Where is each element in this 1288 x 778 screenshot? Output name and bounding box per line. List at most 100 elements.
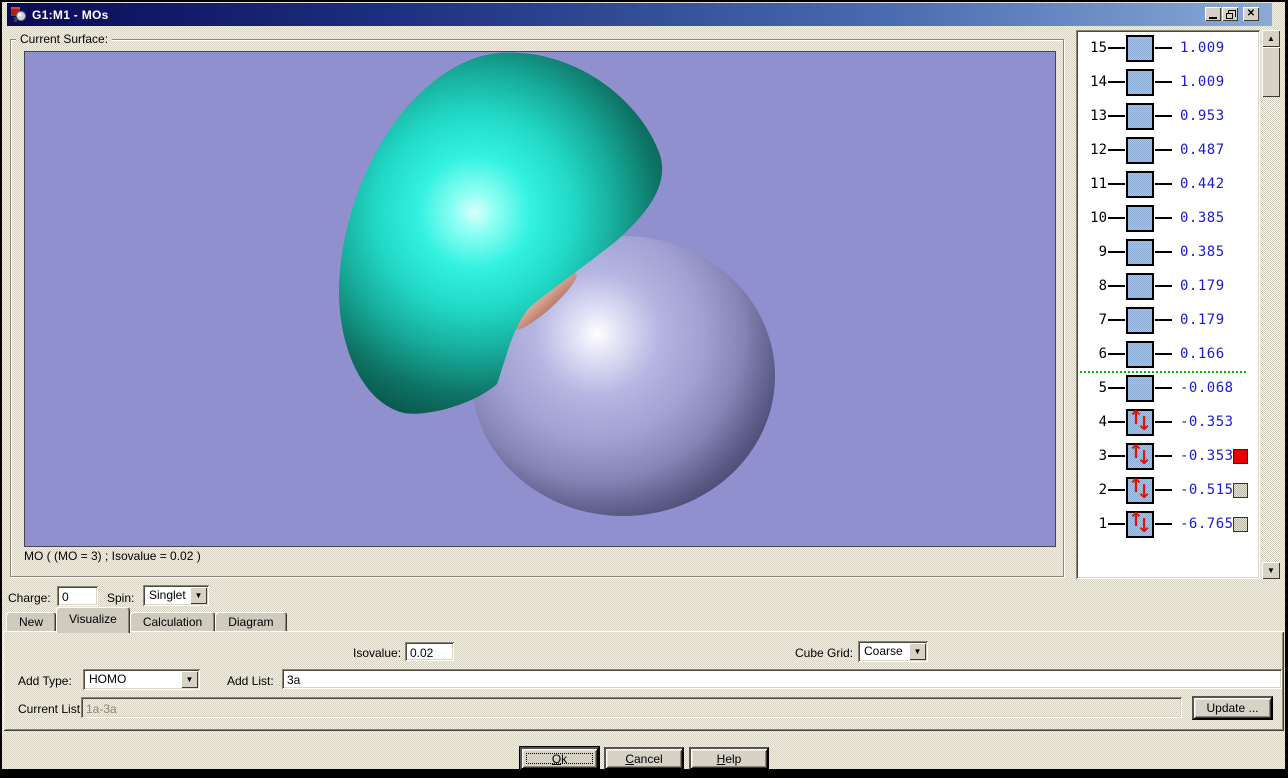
mo-level-row-6[interactable]: 6 0.166 — [1078, 340, 1258, 368]
mo-level-row-13[interactable]: 13 0.953 — [1078, 102, 1258, 130]
add-type-dropdown-button[interactable]: ▼ — [181, 671, 198, 688]
virtual-orbital-box[interactable] — [1126, 272, 1154, 300]
mo-marker-gray[interactable] — [1233, 517, 1248, 532]
virtual-orbital-box[interactable] — [1126, 102, 1154, 130]
charge-input[interactable] — [57, 586, 98, 606]
cancel-button[interactable]: Cancel — [604, 747, 684, 770]
mo-list-scrollbar[interactable]: ▲ ▼ — [1262, 30, 1280, 579]
mo-number: 3 — [1098, 448, 1107, 464]
level-line — [1155, 421, 1172, 423]
mo-marker-red[interactable] — [1233, 449, 1248, 464]
orbital-viewport[interactable] — [24, 51, 1056, 547]
virtual-orbital-box[interactable] — [1126, 374, 1154, 402]
virtual-orbital-box[interactable] — [1126, 340, 1154, 368]
level-line — [1108, 251, 1125, 253]
mo-level-row-7[interactable]: 7 0.179 — [1078, 306, 1258, 334]
level-line — [1108, 387, 1125, 389]
level-line — [1155, 149, 1172, 151]
tab-diagram[interactable]: Diagram — [215, 612, 287, 633]
level-line — [1155, 387, 1172, 389]
tab-visualize[interactable]: Visualize — [56, 607, 130, 633]
level-line — [1155, 319, 1172, 321]
spin-dropdown-button[interactable]: ▼ — [190, 587, 207, 604]
app-icon — [11, 6, 27, 23]
mo-level-row-14[interactable]: 14 1.009 — [1078, 68, 1258, 96]
ok-button[interactable]: Ok — [520, 747, 599, 770]
occupied-orbital-box[interactable]: ↑ ↓ — [1126, 442, 1154, 470]
mo-level-row-3[interactable]: 3 ↑ ↓ -0.353 — [1078, 442, 1258, 470]
occupied-orbital-box[interactable]: ↑ ↓ — [1126, 408, 1154, 436]
update-button[interactable]: Update ... — [1192, 696, 1273, 720]
virtual-orbital-box[interactable] — [1126, 238, 1154, 266]
virtual-orbital-box[interactable] — [1126, 136, 1154, 164]
level-line — [1155, 489, 1172, 491]
level-line — [1108, 183, 1125, 185]
mo-number: 2 — [1098, 482, 1107, 498]
level-line — [1155, 115, 1172, 117]
mo-marker-gray[interactable] — [1233, 483, 1248, 498]
virtual-orbital-box[interactable] — [1126, 170, 1154, 198]
mos-dialog-window: G1:M1 - MOs ✕ Current Surface: MO ((MO … — [2, 2, 1285, 770]
virtual-orbital-box[interactable] — [1126, 68, 1154, 96]
charge-label: Charge: — [8, 591, 51, 605]
window-title: G1:M1 - MOs — [32, 7, 109, 22]
add-type-select[interactable]: HOMO ▼ — [83, 669, 200, 690]
spin-down-arrow-icon: ↓ — [1136, 480, 1152, 503]
help-button[interactable]: Help — [689, 747, 769, 770]
level-line — [1155, 353, 1172, 355]
tab-new[interactable]: New — [6, 612, 57, 633]
occupied-orbital-box[interactable]: ↑ ↓ — [1126, 476, 1154, 504]
add-list-input[interactable] — [282, 669, 1282, 689]
level-line — [1108, 455, 1125, 457]
mo-number: 1 — [1098, 516, 1107, 532]
mo-energy-value: 0.166 — [1180, 346, 1225, 362]
mo-level-row-10[interactable]: 10 0.385 — [1078, 204, 1258, 232]
isovalue-input[interactable] — [405, 642, 454, 661]
update-button-label: Update ... — [1206, 701, 1259, 715]
mo-level-row-2[interactable]: 2 ↑ ↓ -0.515 — [1078, 476, 1258, 504]
chevron-down-icon: ▼ — [194, 591, 203, 600]
mo-level-row-8[interactable]: 8 0.179 — [1078, 272, 1258, 300]
cube-grid-dropdown-button[interactable]: ▼ — [909, 643, 926, 660]
mo-energy-value: -0.353 — [1180, 414, 1234, 430]
scroll-up-button[interactable]: ▲ — [1262, 30, 1280, 47]
spin-selected-value: Singlet — [149, 588, 186, 602]
cube-grid-label: Cube Grid: — [795, 646, 854, 660]
close-button[interactable]: ✕ — [1243, 7, 1259, 21]
spin-down-arrow-icon: ↓ — [1136, 446, 1152, 469]
mo-level-row-12[interactable]: 12 0.487 — [1078, 136, 1258, 164]
mo-level-row-15[interactable]: 15 1.009 — [1078, 34, 1258, 62]
orbital-scene — [25, 52, 1055, 546]
level-line — [1108, 353, 1125, 355]
mo-level-list[interactable]: 15 1.009 14 1.009 13 0.953 12 0.487 11 0.442 10 0.3… — [1076, 30, 1260, 579]
cube-grid-select[interactable]: Coarse ▼ — [858, 641, 928, 662]
minimize-icon — [1209, 16, 1217, 19]
virtual-orbital-box[interactable] — [1126, 34, 1154, 62]
level-line — [1108, 319, 1125, 321]
occupied-orbital-box[interactable]: ↑ ↓ — [1126, 510, 1154, 538]
current-surface-group-label: Current Surface: — [16, 32, 113, 46]
scrollbar-thumb[interactable] — [1262, 47, 1280, 97]
mo-level-row-9[interactable]: 9 0.385 — [1078, 238, 1258, 266]
tab-calculation[interactable]: Calculation — [129, 612, 216, 633]
spin-select[interactable]: Singlet ▼ — [143, 585, 209, 606]
level-line — [1108, 115, 1125, 117]
restore-button[interactable] — [1222, 7, 1238, 21]
mo-level-row-5[interactable]: 5 -0.068 — [1078, 374, 1258, 402]
spin-down-arrow-icon: ↓ — [1136, 412, 1152, 435]
level-line — [1108, 47, 1125, 49]
mo-level-row-11[interactable]: 11 0.442 — [1078, 170, 1258, 198]
chevron-down-icon: ▼ — [913, 647, 922, 656]
level-line — [1155, 217, 1172, 219]
mo-number: 14 — [1090, 74, 1107, 90]
tabstrip: New Visualize Calculation Diagram — [6, 607, 287, 633]
mo-level-row-1[interactable]: 1 ↑ ↓ -6.765 — [1078, 510, 1258, 538]
mo-number: 11 — [1090, 176, 1107, 192]
titlebar[interactable]: G1:M1 - MOs ✕ — [7, 3, 1272, 26]
virtual-orbital-box[interactable] — [1126, 204, 1154, 232]
mo-number: 9 — [1098, 244, 1107, 260]
mo-level-row-4[interactable]: 4 ↑ ↓ -0.353 — [1078, 408, 1258, 436]
minimize-button[interactable] — [1205, 7, 1221, 21]
virtual-orbital-box[interactable] — [1126, 306, 1154, 334]
scroll-down-button[interactable]: ▼ — [1262, 562, 1280, 579]
